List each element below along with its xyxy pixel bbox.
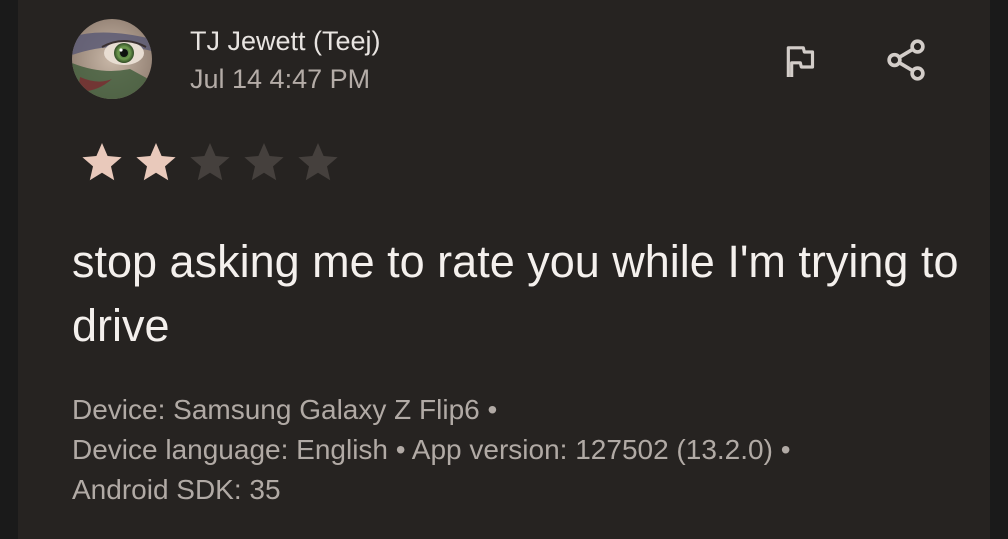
review-date: Jul 14 4:47 PM: [190, 64, 371, 94]
device-info-line: Device language: English • App version: …: [72, 434, 791, 465]
report-button[interactable]: [774, 36, 826, 88]
review-device-info: Device: Samsung Galaxy Z Flip6 • Device …: [72, 390, 972, 510]
avatar-image: [72, 19, 152, 99]
avatar: [72, 19, 152, 99]
star-filled-icon: [82, 143, 122, 181]
share-button[interactable]: [880, 34, 932, 86]
device-info-line: Device: Samsung Galaxy Z Flip6 •: [72, 394, 498, 425]
star-empty-icon: [244, 143, 284, 181]
review-text: stop asking me to rate you while I'm try…: [72, 236, 959, 351]
share-icon: [887, 39, 925, 81]
review-card: TJ Jewett (Teej) Jul 14 4:47 PM stop ask…: [18, 0, 990, 539]
star-empty-icon: [190, 143, 230, 181]
flag-icon: [786, 46, 815, 77]
star-empty-icon: [298, 143, 338, 181]
star-rating: [76, 138, 344, 186]
star-filled-icon: [136, 143, 176, 181]
review-author: TJ Jewett (Teej): [190, 26, 381, 56]
device-info-line: Android SDK: 35: [72, 474, 281, 505]
